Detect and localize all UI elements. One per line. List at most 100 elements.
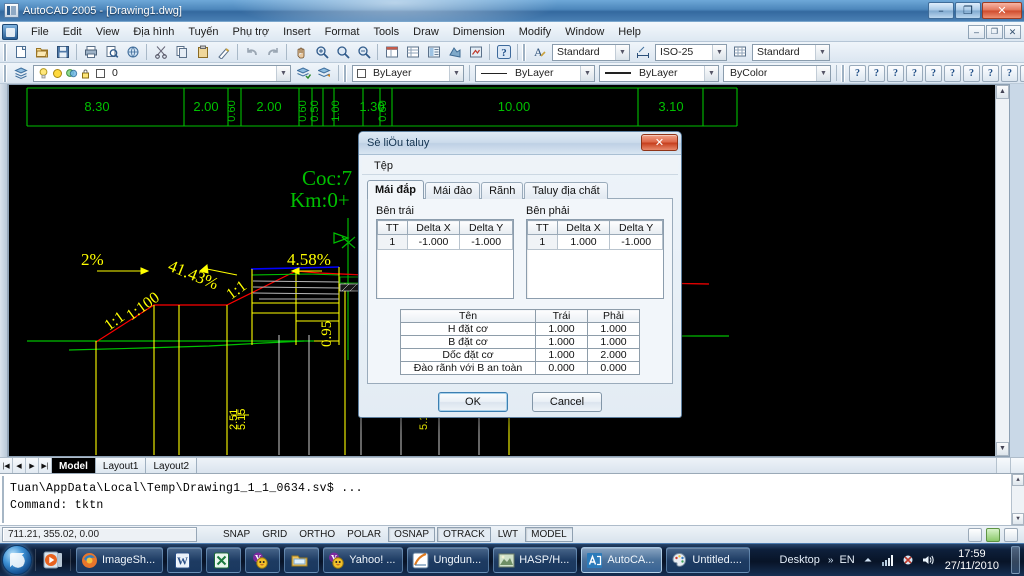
media-player-icon[interactable] <box>40 547 66 573</box>
menu-item-phu-tro[interactable]: Phụ trợ <box>226 24 277 40</box>
taskbar-item-excel[interactable] <box>206 547 242 573</box>
mdi-close-button[interactable]: ✕ <box>1004 24 1021 39</box>
tab-taluy-dia-chat[interactable]: Taluy địa chất <box>524 182 608 199</box>
menu-item-tools[interactable]: Tools <box>366 24 406 40</box>
plotstyle-control-combo[interactable]: ByColor ▼ <box>723 64 831 82</box>
first-tab-button[interactable]: |◀ <box>0 458 13 473</box>
linetype-control-combo[interactable]: ByLayer ▼ <box>475 64 595 82</box>
dim-style-icon[interactable] <box>633 43 652 62</box>
layout-scroll-right[interactable] <box>1010 458 1024 473</box>
make-layer-current-icon[interactable] <box>294 64 313 83</box>
command-window[interactable]: Tuan\AppData\Local\Temp\Drawing1_1_1_063… <box>0 473 1024 525</box>
pan-realtime-icon[interactable] <box>291 43 310 62</box>
table-style-icon[interactable] <box>730 43 749 62</box>
open-icon[interactable] <box>32 43 51 62</box>
chevron-down-icon[interactable]: ▼ <box>712 44 726 60</box>
save-icon[interactable] <box>53 43 72 62</box>
dialog-close-button[interactable]: ✕ <box>641 134 678 151</box>
command-scrollbar[interactable]: ▲ ▼ <box>1011 474 1024 525</box>
print-icon[interactable] <box>81 43 100 62</box>
chevron-down-icon[interactable]: ▼ <box>816 65 830 81</box>
taskbar-item-yahoo[interactable]: Y Yahoo! ... <box>323 547 404 573</box>
help-icon[interactable]: ? <box>494 43 513 62</box>
toolbar-grip[interactable] <box>343 64 347 82</box>
status-toggle-lwt[interactable]: LWT <box>493 528 523 541</box>
new-icon[interactable] <box>11 43 30 62</box>
cancel-button[interactable]: Cancel <box>532 392 602 412</box>
layer-previous-icon[interactable] <box>315 64 334 83</box>
menu-item-view[interactable]: View <box>89 24 127 40</box>
language-indicator[interactable]: EN <box>839 554 854 566</box>
designcenter-icon[interactable] <box>403 43 422 62</box>
taskbar-item-autocad[interactable]: AutoCA... <box>581 547 663 573</box>
layout-tab-layout2[interactable]: Layout2 <box>146 458 198 473</box>
windows-start-orb[interactable] <box>2 545 32 575</box>
tab-mai-dao[interactable]: Mái đào <box>424 182 481 199</box>
left-cell-delta-y[interactable]: -1.000 <box>459 234 513 250</box>
command-prompt-line[interactable]: Command: tktn <box>0 497 1024 514</box>
help-button-7[interactable]: ? <box>963 64 980 82</box>
menu-item-window[interactable]: Window <box>558 24 611 40</box>
plot-preview-icon[interactable] <box>102 43 121 62</box>
layout-tab-model[interactable]: Model <box>52 458 96 473</box>
help-button-6[interactable]: ? <box>944 64 961 82</box>
cut-icon[interactable] <box>151 43 170 62</box>
dialog-menu-tep[interactable]: Tệp <box>368 159 399 173</box>
param-left-b-dat-co[interactable]: 1.000 <box>535 335 588 349</box>
menu-item-tuyen[interactable]: Tuyến <box>181 24 225 40</box>
manage-xrefs-icon[interactable] <box>986 527 1000 542</box>
menu-item-edit[interactable]: Edit <box>56 24 89 40</box>
zoom-realtime-icon[interactable] <box>312 43 331 62</box>
volume-icon[interactable] <box>921 553 935 567</box>
communication-center-icon[interactable] <box>968 527 982 542</box>
command-scroll-down[interactable]: ▼ <box>1012 513 1024 525</box>
antivirus-icon[interactable] <box>901 553 915 567</box>
left-cell-delta-x[interactable]: -1.000 <box>406 234 461 250</box>
status-toggle-grid[interactable]: GRID <box>257 528 292 541</box>
menu-item-draw[interactable]: Draw <box>406 24 446 40</box>
taskbar-item-explorer[interactable] <box>284 547 320 573</box>
mdi-restore-button[interactable]: ❐ <box>986 24 1003 39</box>
markup-set-icon[interactable] <box>445 43 464 62</box>
command-window-grip[interactable] <box>1 476 5 523</box>
right-cell-tt[interactable]: 1 <box>527 234 558 250</box>
chevron-down-icon[interactable]: ▼ <box>615 44 629 60</box>
help-button-3[interactable]: ? <box>887 64 904 82</box>
param-right-h-dat-co[interactable]: 1.000 <box>587 322 640 336</box>
param-right-dao-ranh[interactable]: 0.000 <box>587 361 640 375</box>
close-button[interactable]: ✕ <box>982 2 1022 19</box>
last-tab-button[interactable]: ▶| <box>39 458 52 473</box>
ok-button[interactable]: OK <box>438 392 508 412</box>
taskbar-item-word[interactable]: W <box>167 547 203 573</box>
chevron-down-icon[interactable]: ▼ <box>815 44 829 60</box>
publish-icon[interactable] <box>123 43 142 62</box>
text-style-icon[interactable]: A <box>530 43 549 62</box>
taskbar-item-hasp[interactable]: HASP/H... <box>493 547 578 573</box>
zoom-window-icon[interactable] <box>333 43 352 62</box>
chevron-down-icon[interactable]: ▼ <box>276 65 290 81</box>
tab-mai-dap[interactable]: Mái đắp <box>367 180 424 199</box>
help-button-8[interactable]: ? <box>982 64 999 82</box>
status-toggle-snap[interactable]: SNAP <box>218 528 255 541</box>
taskbar-item-paint[interactable]: Untitled.... <box>666 547 750 573</box>
zoom-previous-icon[interactable] <box>354 43 373 62</box>
param-left-h-dat-co[interactable]: 1.000 <box>535 322 588 336</box>
external-references-icon[interactable] <box>466 43 485 62</box>
toolbar-lock-icon[interactable] <box>1004 527 1018 542</box>
copy-icon[interactable] <box>172 43 191 62</box>
chevron-down-icon[interactable]: ▼ <box>580 65 594 81</box>
maximize-button[interactable]: ❐ <box>955 2 981 19</box>
menu-item-modify[interactable]: Modify <box>512 24 558 40</box>
right-delta-grid[interactable]: TT Delta X Delta Y 1 1.000 -1.000 <box>526 219 664 299</box>
toolbar-grip[interactable] <box>3 43 7 61</box>
prev-tab-button[interactable]: ◀ <box>13 458 26 473</box>
help-button-4[interactable]: ? <box>906 64 923 82</box>
help-button-10[interactable]: ? <box>1020 64 1024 82</box>
chevron-down-icon[interactable]: ▼ <box>704 65 718 81</box>
help-button-1[interactable]: ? <box>849 64 866 82</box>
next-tab-button[interactable]: ▶ <box>26 458 39 473</box>
redo-icon[interactable] <box>263 43 282 62</box>
mdi-minimize-button[interactable]: – <box>968 24 985 39</box>
right-cell-delta-x[interactable]: 1.000 <box>556 234 611 250</box>
status-toggle-otrack[interactable]: OTRACK <box>437 527 491 542</box>
